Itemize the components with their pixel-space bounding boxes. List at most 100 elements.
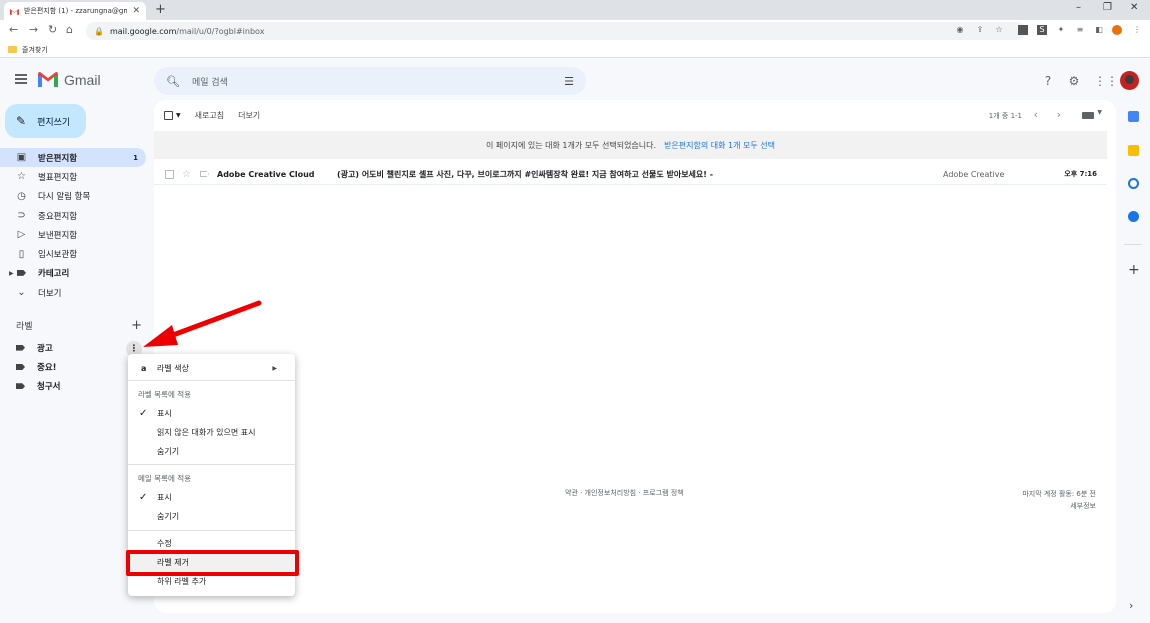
- calendar-icon[interactable]: [1128, 111, 1139, 122]
- next-page-icon[interactable]: ›: [1057, 108, 1061, 121]
- menu-divider: [128, 530, 295, 531]
- sidebar-item-inbox[interactable]: ▣ 받은편지함 1: [0, 148, 146, 168]
- check-icon: ✓: [139, 491, 148, 503]
- tab-close-icon[interactable]: ✕: [132, 6, 140, 16]
- menu-section-label-list: 라벨 목록에 적용: [138, 390, 192, 399]
- home-icon[interactable]: ⌂: [66, 23, 73, 36]
- tab-title: 받은편지함 (1) - zzarungna@gm: [24, 7, 128, 15]
- sidebar-nav: ▣ 받은편지함 1 ☆ 별표편지함 ◷ 다시 알림 항목 ⊃ 중요편지함 ▷ 보…: [0, 148, 146, 302]
- banner-text: 이 페이지에 있는 대화 1개가 모두 선택되었습니다.: [485, 140, 657, 150]
- close-window-button[interactable]: ✕: [1130, 2, 1138, 13]
- select-all-checkbox[interactable]: ▼: [164, 110, 181, 120]
- maximize-button[interactable]: ❐: [1103, 2, 1112, 13]
- sidebar-item-categories[interactable]: ▶ 카테고리: [0, 264, 146, 283]
- prev-page-icon[interactable]: ‹: [1034, 108, 1038, 121]
- menu-item-label-color[interactable]: a 라벨 색상 ▶: [128, 359, 295, 377]
- settings-gear-icon[interactable]: ⚙: [1067, 74, 1081, 88]
- details-link[interactable]: 세부정보: [1022, 500, 1096, 512]
- sidepanel-icon[interactable]: ◧: [1094, 25, 1104, 35]
- text-color-icon: a: [141, 363, 147, 373]
- back-icon[interactable]: ←: [9, 23, 18, 36]
- playlist-icon[interactable]: ≡: [1075, 25, 1085, 35]
- contacts-icon[interactable]: [1128, 211, 1139, 222]
- minimize-button[interactable]: –: [1076, 2, 1081, 13]
- search-options-icon[interactable]: ☰: [564, 75, 574, 88]
- reload-icon[interactable]: ↻: [48, 23, 57, 36]
- menu-divider: [128, 464, 295, 465]
- search-bar[interactable]: 🔍︎ 메일 검색 ☰: [154, 67, 586, 95]
- select-all-link[interactable]: 받은편지함의 대화 1개 모두 선택: [664, 140, 775, 151]
- apps-grid-icon[interactable]: ⋮⋮: [1094, 74, 1118, 88]
- sidebar-item-label: 더보기: [38, 288, 62, 299]
- bookmark-star-icon[interactable]: ☆: [994, 25, 1004, 35]
- sidebar-item-more[interactable]: ⌄ 더보기: [0, 283, 146, 302]
- sidebar-label-important[interactable]: 중요!: [0, 357, 146, 376]
- puzzle-icon[interactable]: ✦: [1056, 25, 1066, 35]
- tasks-icon[interactable]: [1128, 178, 1139, 189]
- mail-time: 오후 7:16: [1064, 170, 1097, 178]
- sidebar-label-ad[interactable]: 광고 ⋮: [0, 338, 146, 357]
- more-button[interactable]: 더보기: [238, 110, 260, 121]
- new-tab-button[interactable]: +: [155, 2, 166, 17]
- sidebar-item-drafts[interactable]: ▯ 임시보관함: [0, 244, 146, 263]
- row-important-icon[interactable]: [200, 171, 209, 177]
- mail-row[interactable]: ☆ Adobe Creative Cloud (광고) 어도비 챌린지로 셀프 …: [154, 164, 1107, 185]
- keep-icon[interactable]: [1128, 145, 1139, 156]
- last-activity: 마지막 계정 활동: 6분 전: [1022, 490, 1096, 498]
- sidebar-item-label: 카테고리: [38, 269, 70, 280]
- menu-section-message-list: 메일 목록에 적용: [138, 474, 192, 483]
- footer-activity: 마지막 계정 활동: 6분 전 세부정보: [1022, 488, 1096, 512]
- row-checkbox[interactable]: [165, 169, 174, 179]
- label-list: 광고 ⋮ 중요! 청구서: [0, 338, 146, 396]
- eye-icon[interactable]: ◉: [955, 25, 965, 35]
- extension-icon[interactable]: [1018, 25, 1028, 35]
- menu-item-label: 표시: [157, 408, 172, 418]
- gmail-logo-icon[interactable]: [38, 72, 58, 87]
- star-icon: ☆: [17, 171, 26, 183]
- url-path: /mail/u/0/?ogbl#inbox: [176, 26, 265, 36]
- menu-item-hide-in-list[interactable]: 숨기기: [128, 507, 295, 525]
- account-avatar[interactable]: [1120, 71, 1139, 90]
- chrome-menu-icon[interactable]: ⋮: [1132, 25, 1142, 35]
- main-menu-icon[interactable]: [15, 74, 27, 84]
- label-name: 광고: [37, 343, 53, 354]
- check-icon: ✓: [139, 407, 148, 419]
- menu-item-show-label[interactable]: ✓ 표시: [128, 404, 295, 422]
- extension-s-icon[interactable]: S: [1037, 25, 1047, 35]
- share-icon[interactable]: ⇪: [975, 25, 985, 35]
- search-icon[interactable]: 🔍︎: [166, 75, 180, 88]
- side-panel-divider: [1124, 244, 1142, 245]
- sidebar-item-snoozed[interactable]: ◷ 다시 알림 항목: [0, 187, 146, 206]
- menu-item-show-in-list[interactable]: ✓ 표시: [128, 488, 295, 506]
- row-star-icon[interactable]: ☆: [182, 169, 191, 180]
- mail-list-panel: ▼ 새로고침 더보기 1개 중 1-1 ‹ › ▼ 이 페이지에 있는 대화 1…: [154, 100, 1116, 613]
- input-tools-icon[interactable]: [1082, 112, 1094, 119]
- important-icon: ⊃: [17, 210, 26, 222]
- bookmark-folder[interactable]: 즐겨찾기: [22, 45, 48, 55]
- compose-button[interactable]: ✎ 편지쓰기: [5, 104, 86, 138]
- profile-icon[interactable]: [1112, 25, 1122, 35]
- mail-toolbar: ▼ 새로고침 더보기: [164, 108, 260, 122]
- sidebar-item-sent[interactable]: ▷ 보낸편지함: [0, 225, 146, 244]
- sidebar-item-label: 중요편지함: [38, 211, 78, 222]
- sidebar-item-important[interactable]: ⊃ 중요편지함: [0, 206, 146, 225]
- browser-tab[interactable]: 받은편지함 (1) - zzarungna@gm ✕: [4, 2, 146, 20]
- url-field[interactable]: 🔒 mail.google.com/mail/u/0/?ogbl#inbox: [86, 22, 1026, 40]
- address-bar-row: ← → ↻ ⌂ 🔒 mail.google.com/mail/u/0/?ogbl…: [0, 20, 1150, 42]
- input-tools-dropdown-icon[interactable]: ▼: [1097, 109, 1102, 116]
- sidebar-label-bills[interactable]: 청구서: [0, 377, 146, 396]
- forward-icon[interactable]: →: [29, 23, 38, 36]
- footer-links[interactable]: 약관 · 개인정보처리방침 · 프로그램 정책: [565, 488, 684, 498]
- side-panel-toggle-icon[interactable]: ›: [1129, 599, 1133, 612]
- sidebar-item-starred[interactable]: ☆ 별표편지함: [0, 167, 146, 186]
- menu-item-label: 라벨 색상: [157, 363, 189, 373]
- get-addons-icon[interactable]: +: [1128, 262, 1140, 278]
- menu-item-show-if-unread[interactable]: 읽지 않은 대화가 있으면 표시: [128, 423, 295, 441]
- menu-item-label: 수정: [157, 538, 172, 548]
- refresh-button[interactable]: 새로고침: [195, 110, 224, 121]
- search-input[interactable]: 메일 검색: [192, 75, 564, 88]
- expand-arrow-icon[interactable]: ▶: [9, 270, 14, 277]
- menu-item-hide-label[interactable]: 숨기기: [128, 442, 295, 460]
- help-icon[interactable]: ?: [1041, 74, 1055, 88]
- send-icon: ▷: [17, 229, 26, 241]
